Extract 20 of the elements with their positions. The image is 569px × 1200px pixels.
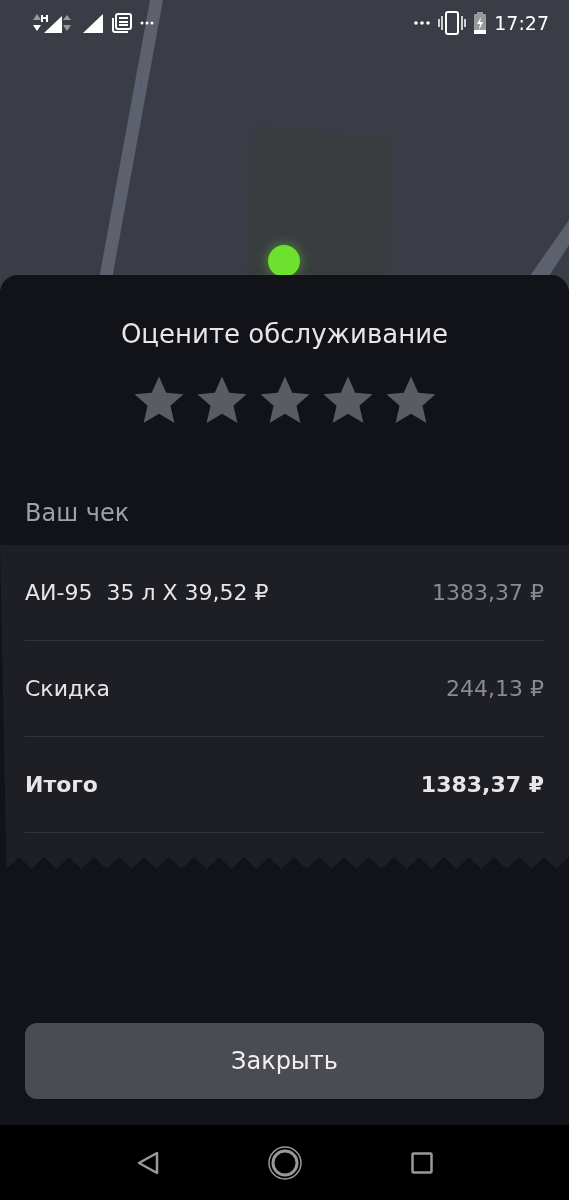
clock-text: 17:27 (494, 12, 549, 34)
vibrate-icon (438, 11, 467, 35)
mobile-signal-icon (32, 12, 74, 34)
receipt-item-label: АИ-95 35 л X 39,52 ₽ (25, 580, 269, 605)
receipt-item-price: 1383,37 ₽ (420, 772, 544, 797)
receipt-item-label: Скидка (25, 676, 110, 701)
close-button[interactable]: Закрыть (25, 1023, 544, 1099)
receipt-item-label: Итого (25, 772, 98, 797)
signal-icon (82, 12, 104, 34)
receipt-item-price: 244,13 ₽ (446, 676, 544, 701)
receipt-item-price: 1383,37 ₽ (432, 580, 544, 605)
more-icon (140, 21, 154, 25)
battery-icon (474, 12, 487, 34)
back-icon[interactable] (136, 1150, 159, 1175)
more-icon (414, 21, 431, 25)
recents-icon[interactable] (410, 1151, 433, 1174)
home-icon[interactable] (266, 1144, 303, 1181)
rating-title: Оцените обслуживание (119, 319, 450, 349)
receipt-title: Ваш чек (25, 499, 130, 527)
news-icon (112, 13, 132, 33)
